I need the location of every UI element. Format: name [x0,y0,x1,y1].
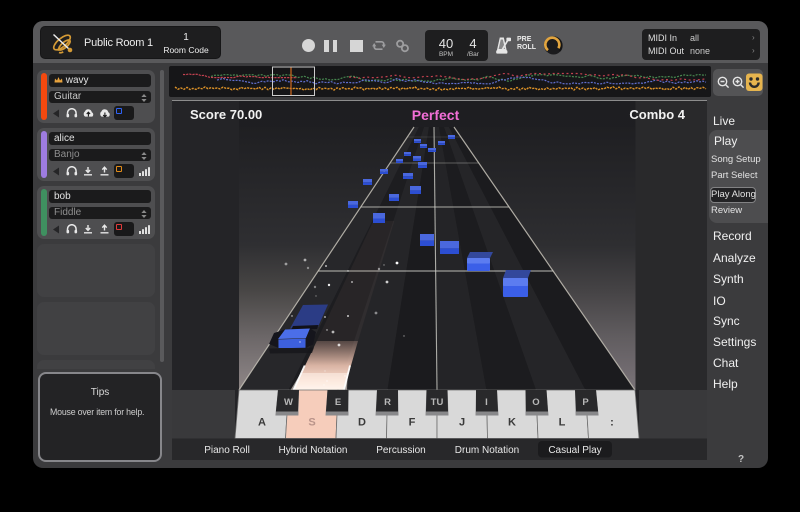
svg-text::: : [610,417,614,429]
svg-text:I: I [485,397,488,408]
svg-text:R: R [384,397,391,408]
svg-text:Drum Notation: Drum Notation [455,445,519,456]
svg-text:L: L [559,417,566,429]
svg-text:Hybrid Notation: Hybrid Notation [279,445,348,456]
svg-text:W: W [284,397,293,408]
svg-text:Percussion: Percussion [376,445,425,456]
svg-text:E: E [335,397,341,408]
svg-text:F: F [409,417,416,429]
svg-text:Piano Roll: Piano Roll [204,445,250,456]
svg-text:J: J [459,417,465,429]
svg-text:K: K [508,417,516,429]
svg-text:Casual Play: Casual Play [548,445,601,456]
svg-text:S: S [308,417,315,429]
svg-text:TU: TU [431,397,444,408]
svg-text:D: D [358,417,366,429]
svg-text:A: A [258,417,266,429]
svg-text:O: O [532,397,539,408]
svg-text:P: P [582,397,589,408]
